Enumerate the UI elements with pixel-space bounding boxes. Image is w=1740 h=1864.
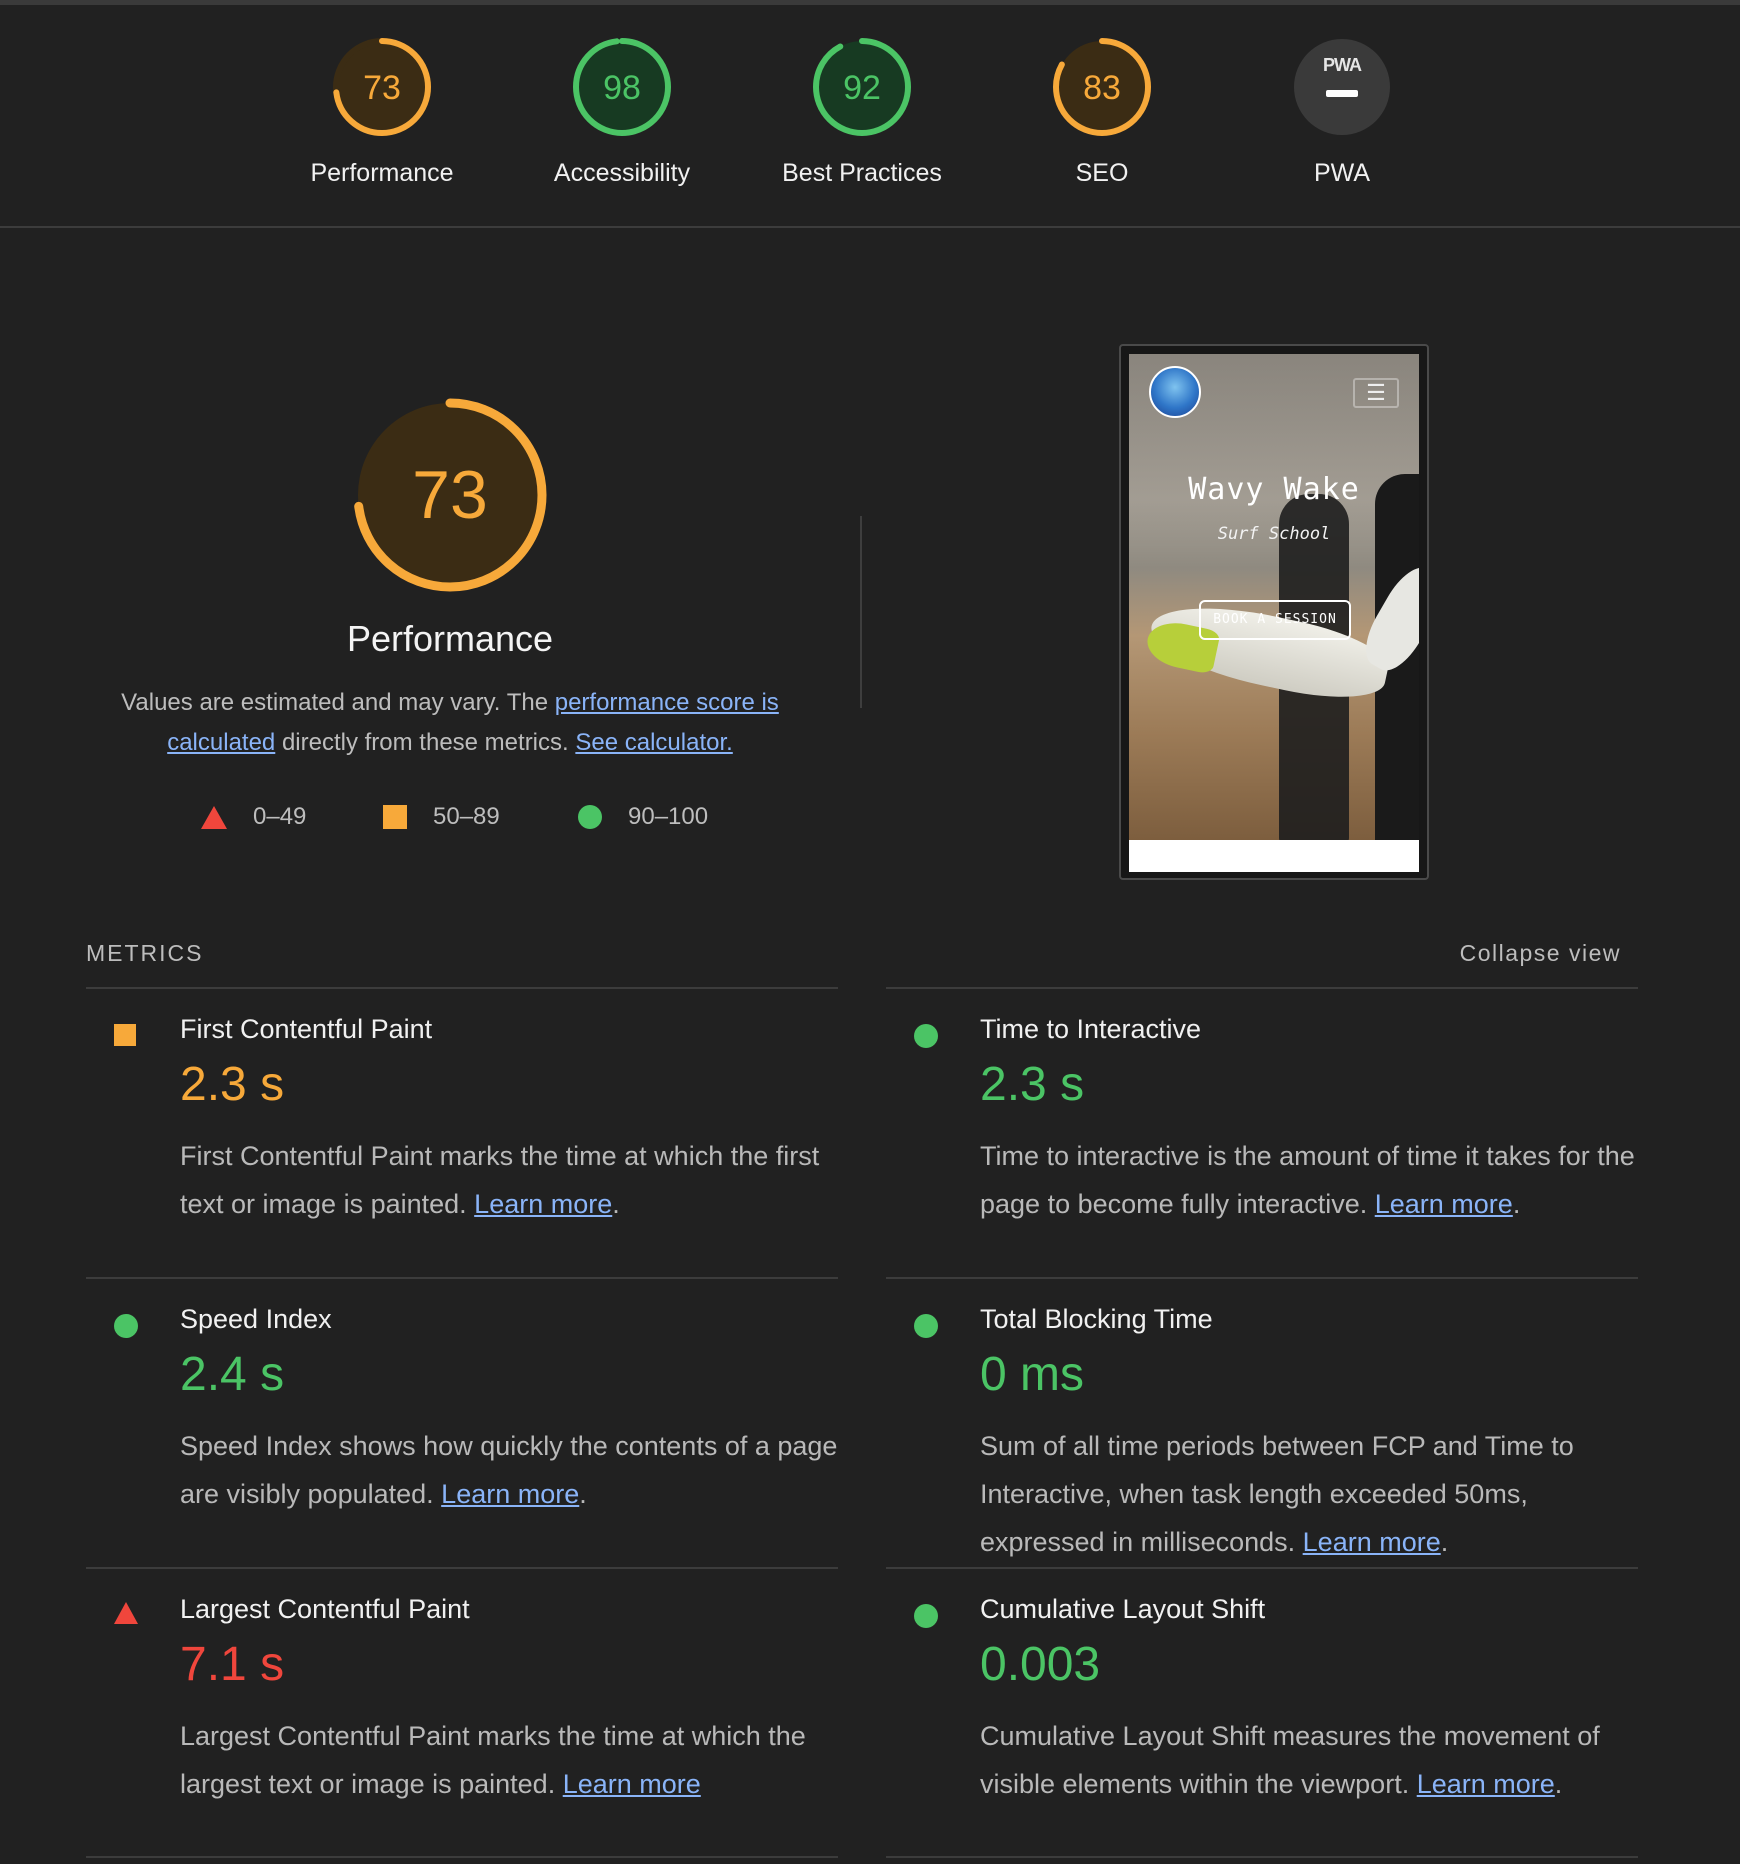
gauge-ring: 92 bbox=[813, 38, 911, 136]
square-icon bbox=[383, 805, 407, 829]
gauge-label: Accessibility bbox=[553, 159, 691, 187]
legend-range: 90–100 bbox=[628, 803, 709, 830]
performance-score-large: 73 bbox=[412, 457, 488, 533]
site-cta-button: BOOK A SESSION bbox=[1199, 600, 1351, 640]
learn-more-link[interactable]: Learn more bbox=[1303, 1527, 1441, 1557]
gauge-seo[interactable]: 83 SEO bbox=[982, 37, 1222, 188]
square-icon bbox=[114, 1024, 136, 1046]
circle-icon bbox=[578, 805, 602, 829]
learn-more-link[interactable]: Learn more bbox=[1375, 1189, 1513, 1219]
screenshot-image: ☰ Wavy Wake Surf School BOOK A SESSION bbox=[1129, 354, 1419, 840]
metric-description: Time to interactive is the amount of tim… bbox=[980, 1132, 1640, 1228]
divider bbox=[886, 1567, 1638, 1569]
metric-value: 0 ms bbox=[980, 1348, 1085, 1401]
metric-description: Cumulative Layout Shift measures the mov… bbox=[980, 1712, 1640, 1808]
metric-title: Largest Contentful Paint bbox=[180, 1594, 470, 1624]
pwa-icon: PWA bbox=[1294, 39, 1390, 135]
site-logo-icon bbox=[1149, 366, 1201, 418]
gauge-ring: 73 bbox=[333, 38, 431, 136]
triangle-icon bbox=[201, 805, 227, 829]
gauge-ring-large: 73 bbox=[353, 398, 547, 592]
gauge-score: 83 bbox=[1083, 69, 1121, 107]
performance-description: Values are estimated and may vary. The p… bbox=[110, 683, 790, 763]
gauge-accessibility[interactable]: 98 Accessibility bbox=[502, 37, 742, 188]
metric-value: 2.3 s bbox=[980, 1058, 1085, 1111]
metric-value: 7.1 s bbox=[180, 1638, 285, 1691]
gauge-ring: 83 bbox=[1053, 38, 1151, 136]
pwa-dash bbox=[1326, 90, 1358, 97]
metric-desc-suffix: . bbox=[1554, 1769, 1563, 1799]
desc-text: directly from these metrics. bbox=[275, 729, 576, 756]
see-calculator-link[interactable]: See calculator. bbox=[575, 729, 732, 756]
final-screenshot[interactable]: ☰ Wavy Wake Surf School BOOK A SESSION bbox=[1119, 344, 1429, 880]
site-brand: Wavy Wake bbox=[1188, 472, 1360, 507]
metric-title: Total Blocking Time bbox=[980, 1304, 1213, 1334]
gauge-best-practices[interactable]: 92 Best Practices bbox=[742, 37, 982, 188]
divider bbox=[886, 1277, 1638, 1279]
metric-value: 2.3 s bbox=[180, 1058, 285, 1111]
gauge-label: Performance bbox=[310, 159, 454, 187]
metric-title: Cumulative Layout Shift bbox=[980, 1594, 1266, 1624]
metrics-heading: METRICS bbox=[86, 940, 204, 966]
metric-title: Time to Interactive bbox=[980, 1014, 1202, 1044]
collapse-view-toggle[interactable]: Collapse view bbox=[1460, 940, 1621, 967]
metric-description: Speed Index shows how quickly the conten… bbox=[180, 1422, 840, 1518]
divider bbox=[86, 1856, 838, 1858]
circle-icon bbox=[114, 1314, 138, 1338]
metric-value: 2.4 s bbox=[180, 1348, 285, 1401]
metric-description: First Contentful Paint marks the time at… bbox=[180, 1132, 840, 1228]
legend-range: 50–89 bbox=[433, 803, 500, 830]
metric-title: First Contentful Paint bbox=[180, 1014, 433, 1044]
metric-title: Speed Index bbox=[180, 1304, 332, 1334]
lighthouse-report: 73 Performance 98 Accessibility 92 Best … bbox=[0, 0, 1740, 1864]
metric-desc-text: Largest Contentful Paint marks the time … bbox=[180, 1721, 806, 1799]
metric-desc-suffix: . bbox=[579, 1479, 587, 1509]
legend-range: 0–49 bbox=[253, 803, 307, 830]
gauge-performance[interactable]: 73 Performance bbox=[262, 37, 502, 188]
divider bbox=[86, 1277, 838, 1279]
metric-description: Largest Contentful Paint marks the time … bbox=[180, 1712, 840, 1808]
hamburger-icon: ☰ bbox=[1353, 378, 1399, 408]
metric-desc-suffix: . bbox=[1440, 1527, 1449, 1557]
metric-value: 0.003 bbox=[980, 1638, 1101, 1691]
site-tagline: Surf School bbox=[1217, 524, 1331, 544]
metric-desc-suffix: . bbox=[1512, 1189, 1521, 1219]
divider bbox=[86, 987, 838, 989]
screenshot-footer bbox=[1129, 840, 1419, 872]
learn-more-link[interactable]: Learn more bbox=[441, 1479, 579, 1509]
metric-desc-suffix: . bbox=[612, 1189, 620, 1219]
divider bbox=[886, 1856, 1638, 1858]
metric-desc-text: Time to interactive is the amount of tim… bbox=[980, 1141, 1635, 1219]
legend-fail: 0–49 bbox=[201, 803, 306, 831]
circle-icon bbox=[914, 1314, 938, 1338]
gauge-score: 73 bbox=[363, 69, 401, 107]
gauge-label: Best Practices bbox=[782, 159, 942, 187]
gauge-score: 92 bbox=[843, 69, 881, 107]
performance-gauge-large: 73 bbox=[351, 396, 549, 599]
gauge-pwa[interactable]: PWA PWA bbox=[1222, 37, 1462, 188]
divider bbox=[86, 1567, 838, 1569]
legend-pass: 90–100 bbox=[578, 803, 708, 831]
metric-desc-text: Sum of all time periods between FCP and … bbox=[980, 1431, 1574, 1557]
circle-icon bbox=[914, 1024, 938, 1048]
gauge-score: 98 bbox=[603, 69, 641, 107]
triangle-icon bbox=[114, 1602, 138, 1624]
pwa-badge-text: PWA bbox=[1323, 55, 1362, 75]
learn-more-link[interactable]: Learn more bbox=[474, 1189, 612, 1219]
learn-more-link[interactable]: Learn more bbox=[563, 1769, 701, 1799]
circle-icon bbox=[914, 1604, 938, 1628]
vertical-divider bbox=[860, 516, 862, 708]
performance-title: Performance bbox=[346, 618, 554, 659]
legend-average: 50–89 bbox=[383, 803, 500, 831]
gauge-label: PWA bbox=[1313, 159, 1371, 187]
gauge-label: SEO bbox=[1075, 159, 1129, 187]
gauge-ring: 98 bbox=[573, 38, 671, 136]
learn-more-link[interactable]: Learn more bbox=[1417, 1769, 1555, 1799]
desc-text: Values are estimated and may vary. The bbox=[121, 689, 555, 716]
category-score-bar: 73 Performance 98 Accessibility 92 Best … bbox=[0, 0, 1740, 228]
metric-description: Sum of all time periods between FCP and … bbox=[980, 1422, 1640, 1566]
divider bbox=[886, 987, 1638, 989]
